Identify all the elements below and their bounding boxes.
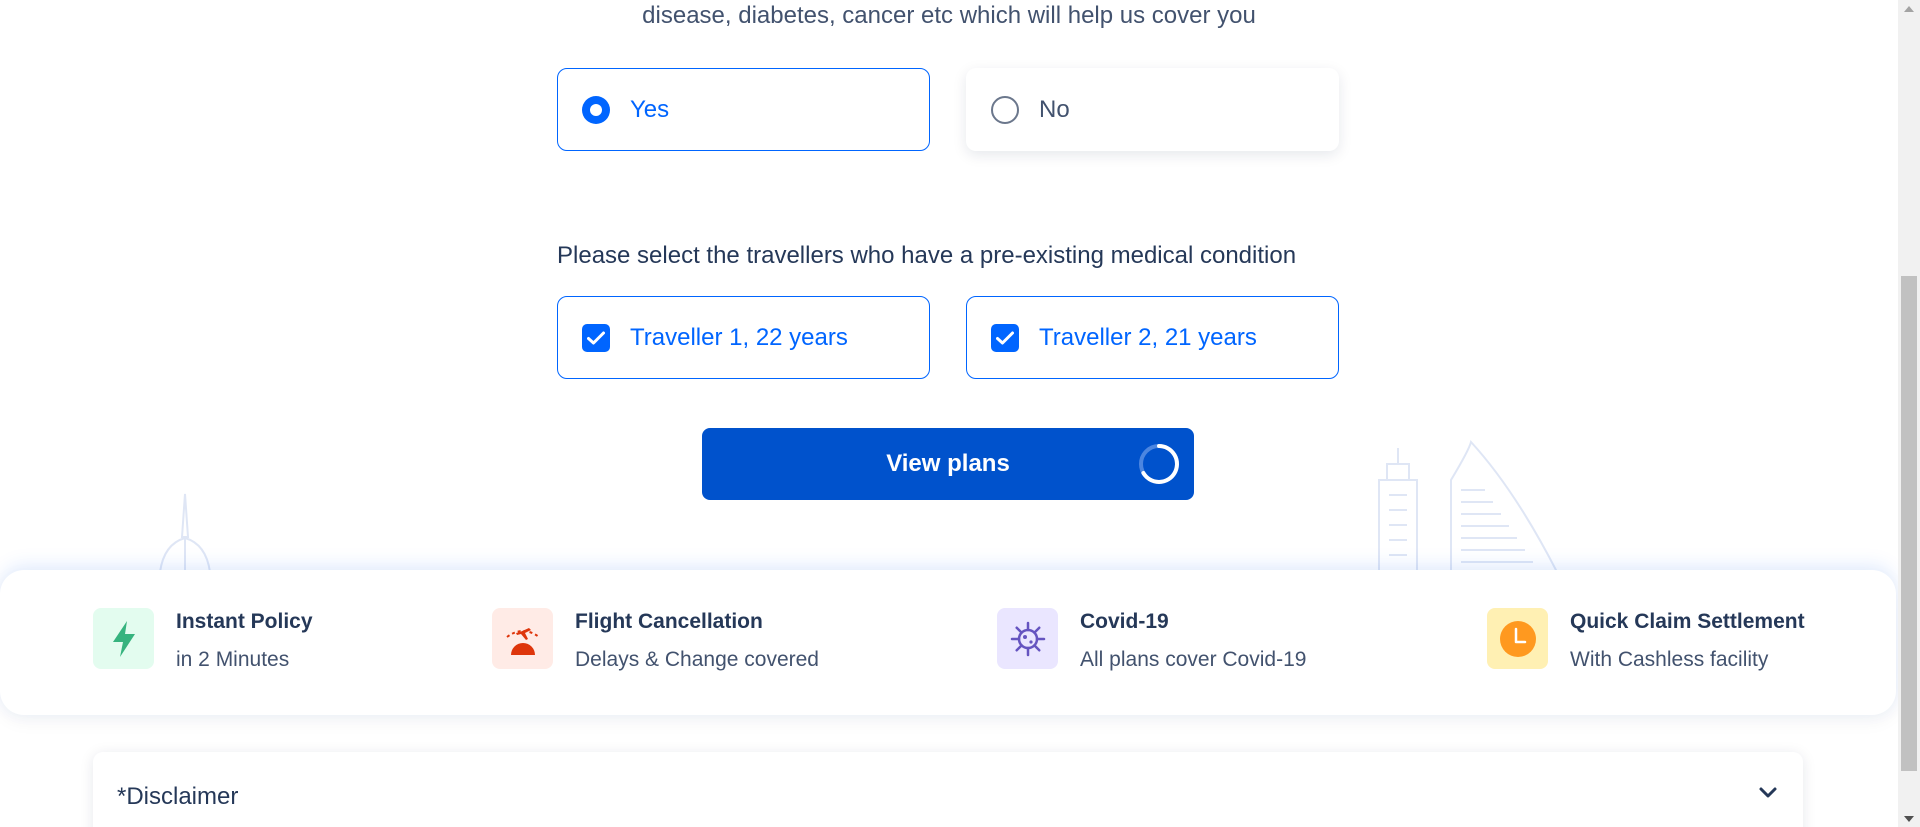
disclaimer-accordion[interactable]: *Disclaimer	[93, 752, 1803, 827]
disclaimer-label: *Disclaimer	[117, 783, 239, 810]
view-plans-label: View plans	[886, 450, 1010, 477]
traveller-1-label: Traveller 1, 22 years	[630, 323, 848, 351]
traveller-2-checkbox-card[interactable]: Traveller 2, 21 years	[966, 296, 1339, 379]
vertical-scrollbar[interactable]	[1898, 0, 1920, 827]
tower-illustration-icon	[159, 493, 211, 572]
traveller-2-label: Traveller 2, 21 years	[1039, 323, 1257, 351]
clock-icon	[1487, 608, 1548, 669]
loading-spinner-icon	[1139, 444, 1179, 484]
option-no[interactable]: No	[966, 68, 1339, 151]
traveller-selection-prompt: Please select the travellers who have a …	[557, 242, 1297, 269]
scrollbar-thumb[interactable]	[1901, 276, 1917, 771]
lightning-icon	[93, 608, 154, 669]
feature-subtitle: With Cashless facility	[1570, 648, 1769, 671]
page: disease, diabetes, cancer etc which will…	[0, 0, 1898, 827]
checkbox-checked-icon	[582, 323, 610, 352]
feature-title: Flight Cancellation	[575, 610, 763, 633]
chevron-down-icon[interactable]	[1757, 782, 1779, 804]
skyline-illustration-icon	[1378, 440, 1558, 572]
option-no-label: No	[1039, 95, 1070, 123]
feature-title: Quick Claim Settlement	[1570, 610, 1805, 633]
checkbox-checked-icon	[991, 323, 1019, 352]
radio-selected-icon	[582, 95, 610, 124]
option-yes[interactable]: Yes	[557, 68, 930, 151]
feature-covid: Covid-19 All plans cover Covid-19	[997, 608, 1306, 674]
virus-icon	[997, 608, 1058, 669]
feature-subtitle: Delays & Change covered	[575, 648, 819, 671]
feature-quick-claim: Quick Claim Settlement With Cashless fac…	[1487, 608, 1805, 674]
question-description: disease, diabetes, cancer etc which will…	[642, 2, 1256, 29]
feature-instant-policy: Instant Policy in 2 Minutes	[93, 608, 313, 674]
feature-subtitle: All plans cover Covid-19	[1080, 648, 1307, 671]
feature-subtitle: in 2 Minutes	[176, 648, 290, 671]
scroll-up-arrow-icon[interactable]	[1898, 0, 1920, 17]
feature-title: Covid-19	[1080, 610, 1169, 633]
scroll-down-arrow-icon[interactable]	[1898, 810, 1920, 827]
radio-unselected-icon	[991, 95, 1019, 124]
feature-flight-cancellation: Flight Cancellation Delays & Change cove…	[492, 608, 819, 674]
view-plans-button[interactable]: View plans	[702, 428, 1194, 500]
option-yes-label: Yes	[630, 95, 670, 123]
traveller-1-checkbox-card[interactable]: Traveller 1, 22 years	[557, 296, 930, 379]
features-strip: Instant Policy in 2 Minutes Flight Cance…	[0, 570, 1896, 715]
feature-title: Instant Policy	[176, 610, 313, 633]
flight-cancel-icon	[492, 608, 553, 669]
